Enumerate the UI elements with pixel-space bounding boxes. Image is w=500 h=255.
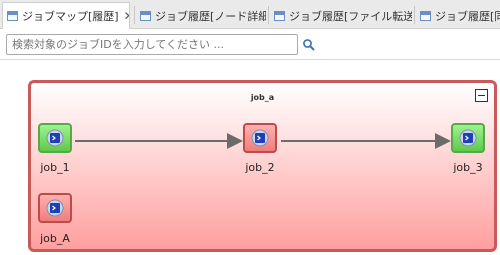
job-node-job-2[interactable] bbox=[243, 123, 277, 153]
node-label: job_3 bbox=[453, 161, 483, 174]
job-map-canvas[interactable]: job_a job_1 job_2 job_3 job_A bbox=[0, 59, 500, 255]
tab-job-history-file-transfer[interactable]: ジョブ履歴[ファイル転送] bbox=[270, 3, 412, 29]
tab-separator bbox=[414, 6, 415, 24]
job-map-view: ジョブマップ[履歴] ✕ ジョブ履歴[ノード詳細] ジョブ履歴[ファイル転送] … bbox=[0, 0, 500, 255]
job-id-search-input[interactable] bbox=[6, 34, 298, 55]
job-node-job-3[interactable] bbox=[451, 123, 485, 153]
tab-label: ジョブ履歴[同 bbox=[435, 10, 500, 23]
tab-label: ジョブ履歴[ファイル転送] bbox=[289, 10, 412, 23]
tab-separator bbox=[268, 6, 269, 24]
job-icon bbox=[46, 129, 64, 147]
job-icon bbox=[459, 129, 477, 147]
job-icon bbox=[251, 129, 269, 147]
tab-separator bbox=[134, 6, 135, 24]
node-label: job_2 bbox=[245, 161, 275, 174]
job-node-job-1[interactable] bbox=[38, 123, 72, 153]
search-icon[interactable] bbox=[302, 37, 316, 51]
view-icon bbox=[420, 11, 431, 21]
search-bar bbox=[0, 29, 500, 59]
node-label: job_A bbox=[40, 232, 70, 245]
close-icon[interactable]: ✕ bbox=[124, 9, 129, 23]
tab-job-map-history[interactable]: ジョブマップ[履歴] ✕ bbox=[2, 2, 130, 29]
tab-job-history-other[interactable]: ジョブ履歴[同 bbox=[416, 3, 500, 29]
view-icon bbox=[274, 11, 285, 21]
tab-label: ジョブマップ[履歴] bbox=[22, 10, 119, 23]
view-icon bbox=[140, 11, 151, 21]
job-node-job-a[interactable] bbox=[38, 193, 72, 223]
tab-job-history-node-detail[interactable]: ジョブ履歴[ノード詳細] bbox=[136, 3, 266, 29]
tab-label: ジョブ履歴[ノード詳細] bbox=[155, 10, 266, 23]
job-group-job-a[interactable]: job_a job_1 job_2 job_3 job_A bbox=[28, 80, 497, 252]
view-icon bbox=[7, 11, 18, 21]
tab-bar: ジョブマップ[履歴] ✕ ジョブ履歴[ノード詳細] ジョブ履歴[ファイル転送] … bbox=[0, 0, 500, 29]
node-label: job_1 bbox=[40, 161, 70, 174]
job-icon bbox=[46, 199, 64, 217]
